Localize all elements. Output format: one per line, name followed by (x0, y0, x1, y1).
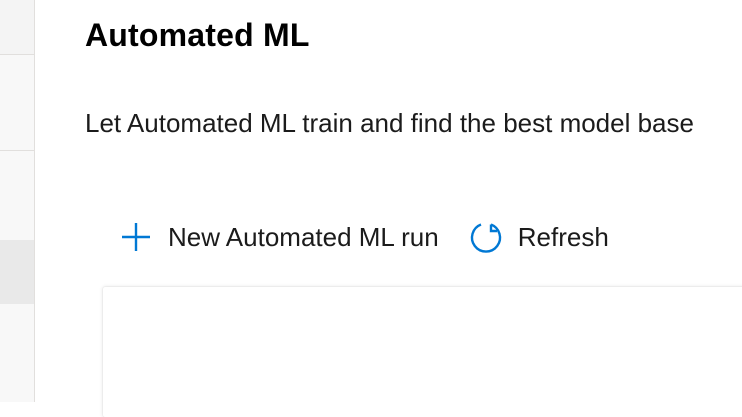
left-nav-sidebar (0, 0, 35, 402)
sidebar-item[interactable] (0, 0, 34, 55)
sidebar-item-selected[interactable] (0, 240, 34, 304)
runs-list-card (103, 287, 742, 417)
page-description: Let Automated ML train and find the best… (85, 108, 694, 138)
page-title: Automated ML (85, 17, 310, 53)
command-bar: New Automated ML run Refresh (119, 216, 639, 258)
plus-icon (119, 220, 153, 254)
refresh-icon (469, 220, 503, 254)
main-content: Automated ML Let Automated ML train and … (35, 0, 742, 417)
sidebar-item[interactable] (0, 304, 34, 402)
sidebar-item[interactable] (0, 151, 34, 240)
refresh-label: Refresh (517, 221, 609, 252)
refresh-button[interactable]: Refresh (469, 216, 639, 258)
new-automated-ml-run-label: New Automated ML run (168, 221, 439, 252)
new-automated-ml-run-button[interactable]: New Automated ML run (119, 216, 469, 258)
sidebar-item[interactable] (0, 55, 34, 151)
